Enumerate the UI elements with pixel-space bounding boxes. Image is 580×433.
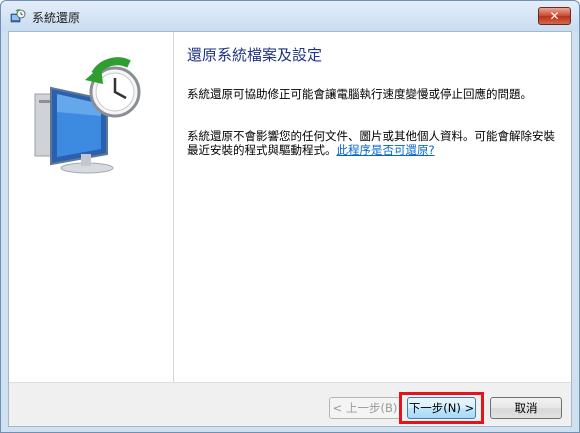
system-restore-icon bbox=[10, 9, 26, 23]
back-button[interactable]: < 上一步(B) bbox=[329, 397, 401, 419]
description-paragraph: 系統還原可協助修正可能會讓電腦執行速度變慢或停止回應的問題。 bbox=[187, 87, 532, 101]
close-button[interactable]: ✕ bbox=[538, 7, 571, 25]
title-bar[interactable]: 系統還原 ✕ bbox=[1, 1, 579, 31]
system-restore-window: 系統還原 ✕ 還原系統檔案及設定 系統還原可協助修正可能會讓電腦執行速度變慢或停… bbox=[0, 0, 580, 433]
button-bar: < 上一步(B) 下一步(N) > 取消 bbox=[9, 382, 571, 426]
wizard-content: 還原系統檔案及設定 系統還原可協助修正可能會讓電腦執行速度變慢或停止回應的問題。… bbox=[174, 32, 571, 382]
computer-clock-restore-icon bbox=[34, 57, 141, 174]
close-icon: ✕ bbox=[549, 9, 560, 23]
wizard-body: 還原系統檔案及設定 系統還原可協助修正可能會讓電腦執行速度變慢或停止回應的問題。… bbox=[8, 31, 572, 427]
next-button[interactable]: 下一步(N) > bbox=[407, 397, 476, 419]
reversible-link[interactable]: 此程序是否可還原? bbox=[337, 143, 435, 157]
info-paragraph: 系統還原不會影響您的任何文件、圖片或其他個人資料。可能會解除安裝最近安裝的程式與… bbox=[187, 129, 557, 157]
next-button-highlight: 下一步(N) > bbox=[399, 392, 484, 424]
page-title: 還原系統檔案及設定 bbox=[187, 46, 323, 64]
window-title: 系統還原 bbox=[32, 11, 81, 25]
wizard-side-panel bbox=[9, 32, 173, 382]
cancel-button[interactable]: 取消 bbox=[490, 397, 562, 419]
